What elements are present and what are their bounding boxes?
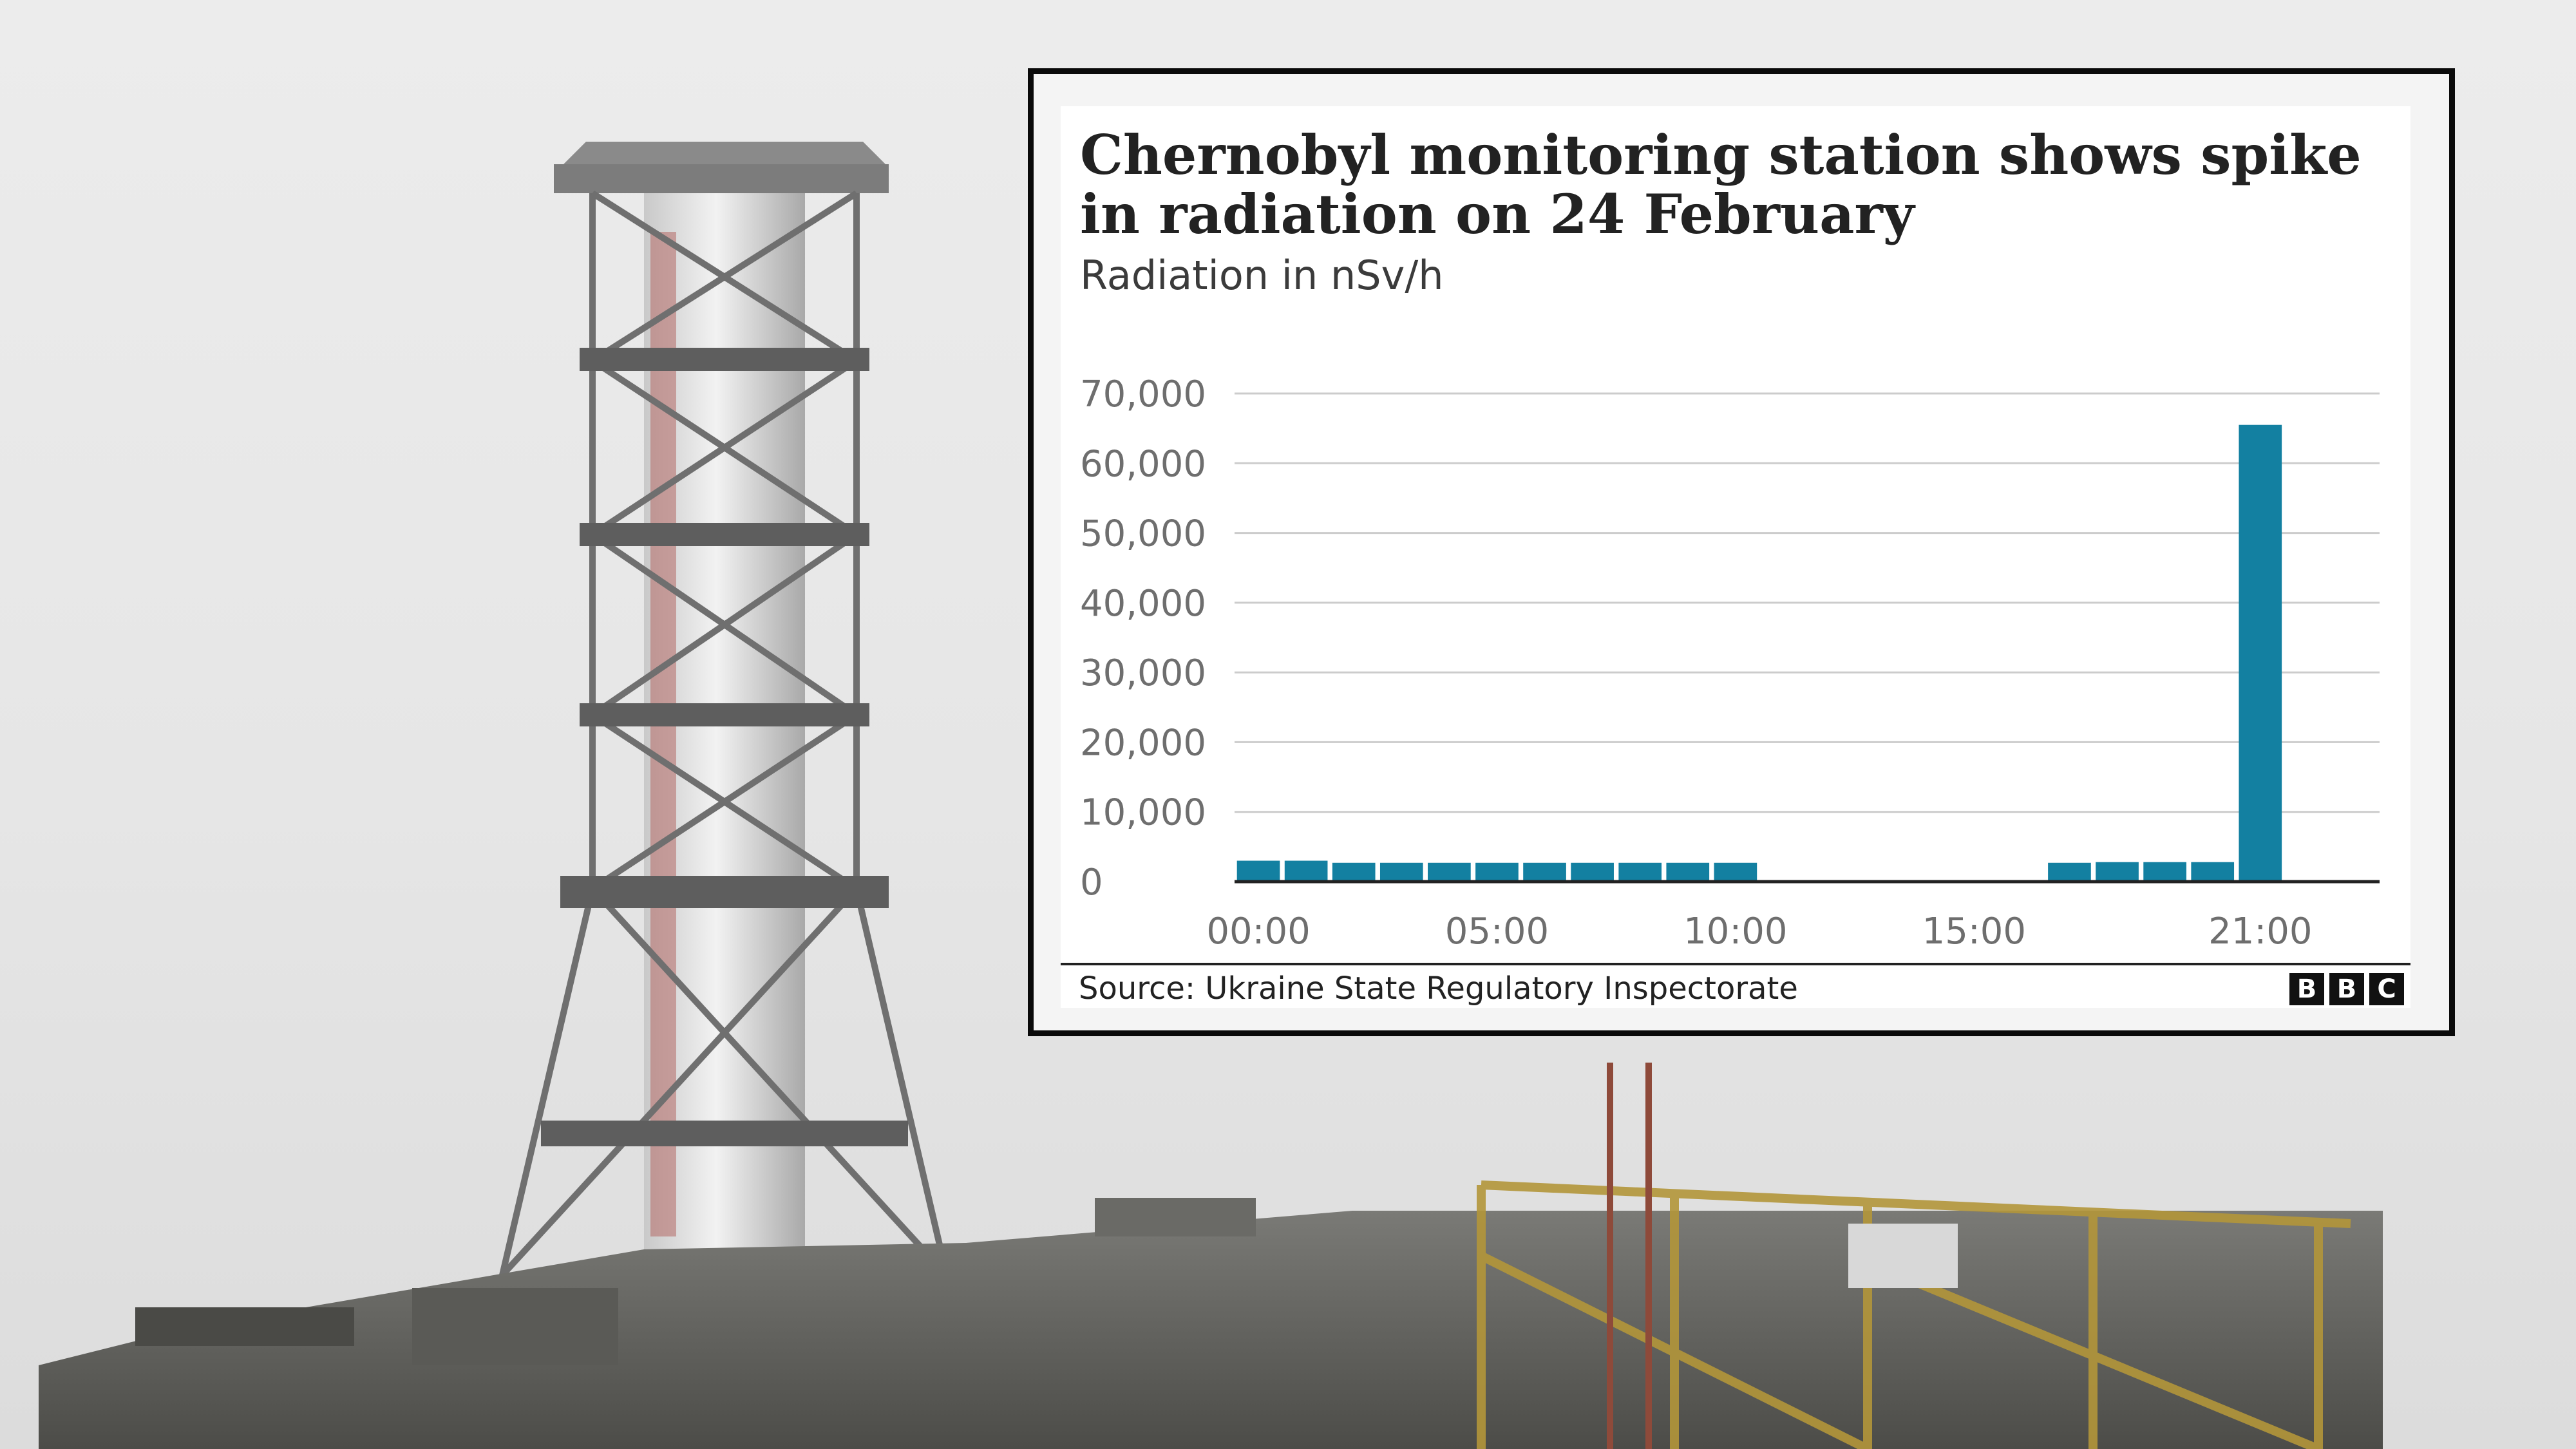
x-tick-label: 10:00 — [1683, 911, 1787, 952]
bar — [1475, 862, 1519, 882]
bar — [1428, 862, 1471, 882]
bar — [1666, 862, 1710, 882]
bbc-logo: B B C — [2289, 973, 2404, 1005]
bar — [2191, 862, 2235, 882]
gridlines — [1235, 392, 2380, 813]
bbc-logo-letter-3: C — [2369, 973, 2404, 1005]
bars — [1236, 424, 2282, 882]
source-divider — [1061, 963, 2410, 965]
chimney-tower — [499, 142, 950, 1278]
y-tick-label: 60,000 — [1080, 443, 1206, 485]
y-axis-ticks: 0 10,000 20,000 30,000 40,000 50,000 60,000 70,… — [1080, 374, 1206, 904]
chart-card: Chernobyl monitoring station shows spike… — [1028, 68, 2455, 1036]
y-tick-label: 0 — [1080, 862, 1103, 904]
bar — [2096, 862, 2139, 882]
reactor-building — [39, 1063, 2383, 1449]
x-tick-label: 21:00 — [2208, 911, 2312, 952]
y-tick-label: 20,000 — [1080, 722, 1206, 764]
y-tick-label: 30,000 — [1080, 652, 1206, 694]
bar-chart: 0 10,000 20,000 30,000 40,000 50,000 60,000 70,… — [1080, 374, 2380, 952]
x-tick-label: 15:00 — [1922, 911, 2026, 952]
bar — [1379, 862, 1423, 882]
bar — [2239, 424, 2282, 882]
chart-panel: Chernobyl monitoring station shows spike… — [1061, 106, 2410, 1008]
bar — [2143, 862, 2186, 882]
bbc-logo-letter-1: B — [2289, 973, 2324, 1005]
bar — [1571, 862, 1614, 882]
bar — [1332, 862, 1376, 882]
source-note: Source: Ukraine State Regulatory Inspect… — [1079, 971, 1798, 1007]
y-tick-label: 10,000 — [1080, 792, 1206, 834]
bar — [1236, 860, 1280, 882]
y-tick-label: 40,000 — [1080, 583, 1206, 625]
bar — [1284, 860, 1328, 882]
x-tick-label: 05:00 — [1445, 911, 1549, 952]
bar — [1523, 862, 1566, 882]
bbc-logo-letter-2: B — [2329, 973, 2364, 1005]
x-axis-ticks: 00:00 05:00 10:00 15:00 21:00 — [1206, 911, 2312, 952]
y-tick-label: 50,000 — [1080, 513, 1206, 555]
bar — [2048, 862, 2091, 882]
y-tick-label: 70,000 — [1080, 374, 1206, 415]
bar — [1618, 862, 1662, 882]
bar — [1714, 862, 1757, 882]
x-tick-label: 00:00 — [1206, 911, 1310, 952]
